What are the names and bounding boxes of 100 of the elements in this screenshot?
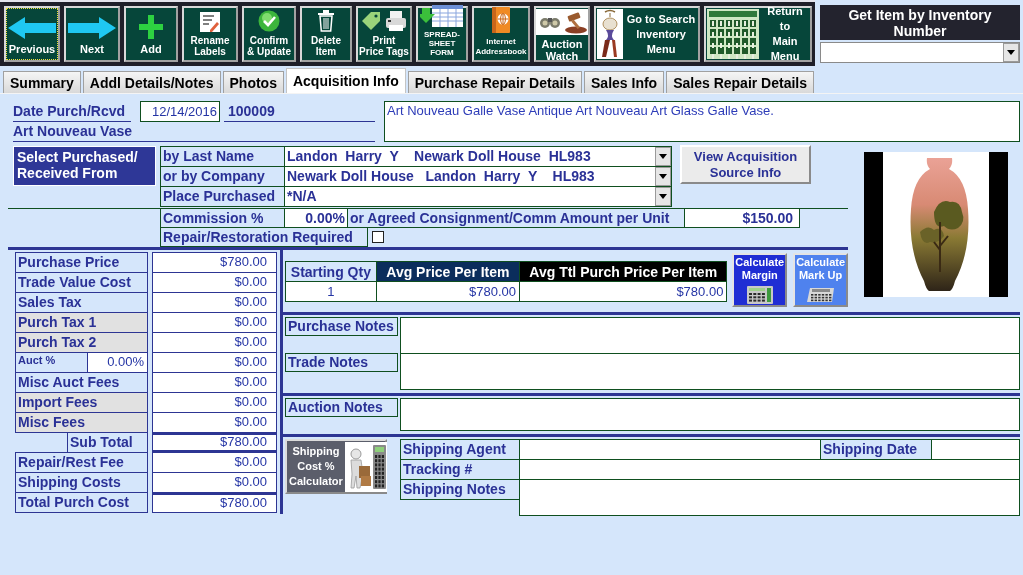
- notes-label: Trade Notes: [285, 353, 398, 372]
- column-header: Avg Price Per Item: [376, 261, 520, 282]
- amount-field[interactable]: $0.00: [152, 472, 277, 493]
- text-field[interactable]: [519, 479, 1020, 516]
- left-arrow-icon: [8, 17, 56, 39]
- amount-field[interactable]: $0.00: [152, 332, 277, 353]
- table-cell[interactable]: 1: [285, 281, 377, 302]
- amount-field[interactable]: $780.00: [152, 492, 277, 513]
- trash-icon: [317, 10, 335, 32]
- amount-field[interactable]: $0.00: [152, 312, 277, 333]
- cost-label: Purch Tax 1: [15, 312, 148, 333]
- dropdown-button[interactable]: [655, 167, 671, 186]
- tag-and-printer-icon: [361, 10, 407, 32]
- amount-field[interactable]: $0.00: [152, 452, 277, 473]
- amount-field[interactable]: $0.00: [152, 352, 277, 373]
- toolbar-button[interactable]: Go to Search Inventory Menu: [594, 6, 700, 62]
- figure-box-calculator-icon: [344, 441, 387, 492]
- cost-label: Total Purch Cost: [15, 492, 148, 513]
- notes-field[interactable]: [400, 353, 1020, 390]
- toolbar-button[interactable]: Delete Item: [300, 6, 352, 62]
- dropdown-button[interactable]: [1003, 43, 1019, 62]
- cost-label: Sub Total: [67, 432, 148, 453]
- toolbar-button[interactable]: Add: [124, 6, 178, 62]
- commission-field[interactable]: 0.00%: [284, 209, 347, 228]
- caret-icon: [659, 174, 667, 179]
- amount-field[interactable]: $780.00: [152, 432, 277, 453]
- calculator-icon: [805, 286, 836, 304]
- date-field[interactable]: 12/14/2016: [140, 101, 220, 122]
- tab[interactable]: Sales Info: [584, 71, 665, 93]
- calculate-button[interactable]: Calculate Mark Up: [793, 253, 848, 307]
- cost-label: Shipping Costs: [15, 472, 148, 493]
- text-field[interactable]: [519, 459, 1020, 480]
- toolbar-button[interactable]: Return to Main Menu: [704, 6, 812, 62]
- tab[interactable]: Photos: [222, 71, 284, 93]
- calculator-icon: [746, 286, 773, 304]
- source-combobox[interactable]: Newark Doll House Landon Harry Y HL983: [285, 167, 672, 187]
- date-label: Date Purch/Rcvd: [13, 101, 131, 122]
- description-field[interactable]: Art Nouveau Galle Vase Antique Art Nouveau Art Glass Galle Vase.: [384, 101, 1020, 142]
- cost-label: Trade Value Cost: [15, 272, 148, 293]
- field-label: or Agreed Consignment/Comm Amount per Unit: [347, 209, 684, 228]
- toolbar-button[interactable]: Previous: [4, 6, 60, 62]
- toolbar-button[interactable]: SPREAD- SHEET FORM: [416, 6, 468, 62]
- checkbox[interactable]: [372, 231, 384, 243]
- caret-icon: [1007, 50, 1015, 55]
- cost-label: Misc Fees: [15, 412, 148, 433]
- toolbar-button[interactable]: Internet Addressbook: [472, 6, 530, 62]
- amount-field[interactable]: $0.00: [152, 372, 277, 393]
- notes-field[interactable]: [400, 398, 1020, 431]
- calculate-button[interactable]: Calculate Margin: [732, 253, 788, 307]
- spreadsheet-icon: [420, 4, 464, 28]
- tab[interactable]: Purchase Repair Details: [407, 71, 583, 93]
- notes-label: Auction Notes: [285, 398, 398, 417]
- text-field[interactable]: [519, 439, 821, 460]
- toolbar-button[interactable]: Rename Labels: [182, 6, 238, 62]
- shipping-calculator-button[interactable]: Shipping Cost % Calculator: [285, 439, 387, 494]
- source-combobox[interactable]: *N/A: [285, 187, 672, 207]
- field-label: Repair/Restoration Required: [160, 228, 368, 247]
- tab[interactable]: Addl Details/Notes: [82, 71, 221, 93]
- note-and-pencil-icon: [200, 12, 220, 32]
- cost-label: Repair/Rest Fee: [15, 452, 148, 473]
- tab[interactable]: Sales Repair Details: [666, 71, 815, 93]
- cost-label: Import Fees: [15, 392, 148, 413]
- view-source-button[interactable]: View Acquisition Source Info: [680, 145, 811, 184]
- lamp-icon: [597, 9, 623, 59]
- amount-field[interactable]: $780.00: [152, 252, 277, 273]
- right-arrow-icon: [68, 17, 116, 39]
- check-circle-icon: [258, 10, 280, 32]
- source-combobox[interactable]: Landon Harry Y Newark Doll House HL983: [285, 147, 672, 167]
- field-label: Shipping Notes: [400, 479, 520, 500]
- amount-field[interactable]: $0.00: [152, 412, 277, 433]
- book-icon: [491, 6, 511, 34]
- amount-field[interactable]: $0.00: [152, 392, 277, 413]
- column-header: Starting Qty: [285, 261, 377, 282]
- dropdown-button[interactable]: [655, 147, 671, 166]
- item-name: Art Nouveau Vase: [13, 122, 375, 142]
- percent-field[interactable]: 0.00%: [87, 352, 148, 373]
- caret-icon: [659, 154, 667, 159]
- toolbar-button[interactable]: Print Price Tags: [356, 6, 412, 62]
- toolbar-button[interactable]: Confirm & Update: [242, 6, 296, 62]
- cost-label: Purchase Price: [15, 252, 148, 273]
- screen-thumbnail-icon: [707, 9, 759, 59]
- tab[interactable]: Acquisition Info: [285, 68, 406, 93]
- caret-icon: [659, 194, 667, 199]
- notes-field[interactable]: [400, 317, 1020, 354]
- cost-label: Purch Tax 2: [15, 332, 148, 353]
- tab[interactable]: Summary: [3, 71, 81, 93]
- toolbar-button[interactable]: Next: [64, 6, 120, 62]
- binoculars-and-gavel-icon: [536, 9, 588, 35]
- amount-field[interactable]: $150.00: [684, 209, 800, 228]
- cost-label: Sales Tax: [15, 292, 148, 313]
- notes-label: Purchase Notes: [285, 317, 398, 336]
- dropdown-button[interactable]: [655, 187, 671, 206]
- column-header: Avg Ttl Purch Price Per Item: [519, 261, 727, 282]
- text-field[interactable]: [931, 439, 1020, 460]
- toolbar-button[interactable]: Auction Watch: [534, 6, 590, 62]
- cost-label: Misc Auct Fees: [15, 372, 148, 393]
- amount-field[interactable]: $0.00: [152, 292, 277, 313]
- inventory-number: 100009: [224, 101, 375, 122]
- amount-field[interactable]: $0.00: [152, 272, 277, 293]
- plus-icon: [139, 15, 163, 39]
